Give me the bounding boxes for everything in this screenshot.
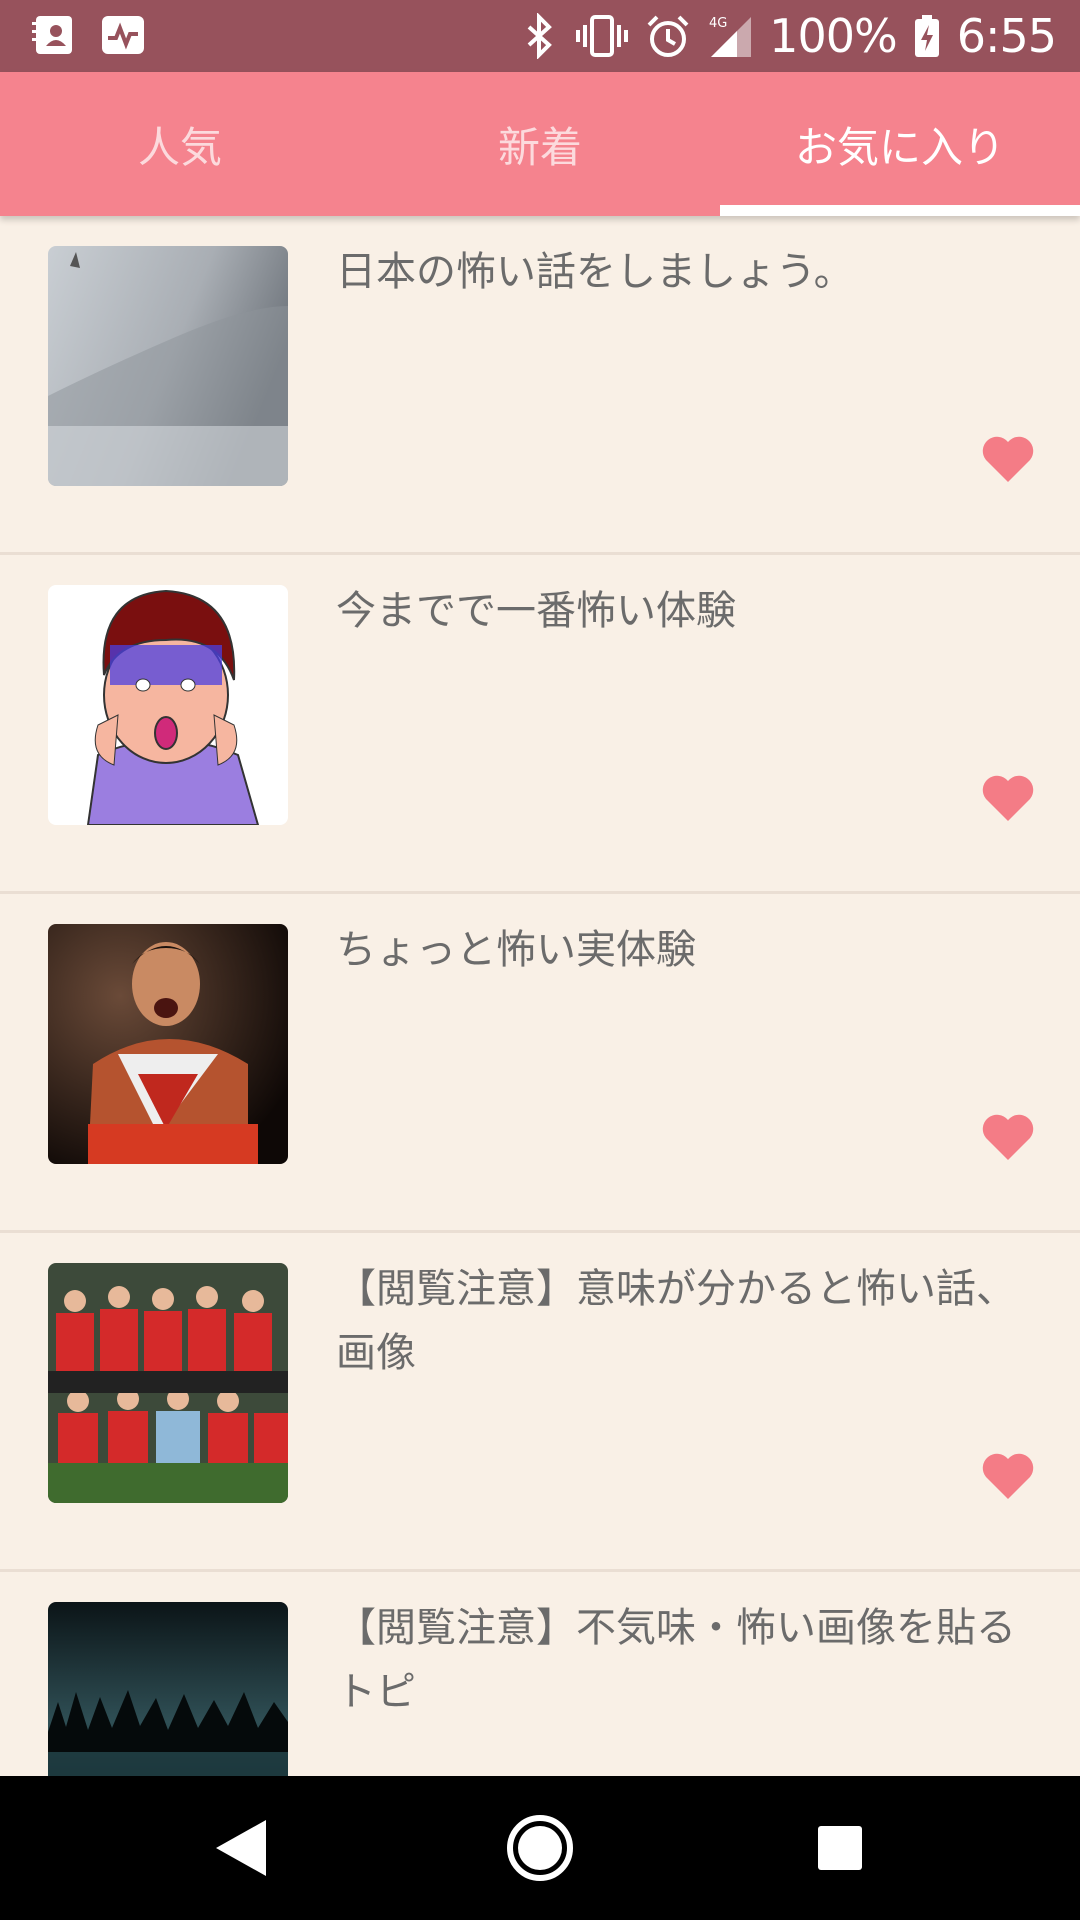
tab-bar: 人気 新着 お気に入り	[0, 72, 1080, 216]
network-type-label: 4G	[709, 16, 727, 31]
list-item[interactable]: 【閲覧注意】不気味・怖い画像を貼るトピ	[0, 1572, 1080, 1776]
battery-percentage: 100%	[769, 9, 898, 63]
heart-icon[interactable]	[980, 773, 1036, 823]
home-icon[interactable]	[504, 1812, 576, 1884]
item-title: 【閲覧注意】意味が分かると怖い話、画像	[336, 1266, 1016, 1376]
tab-popular[interactable]: 人気	[0, 72, 360, 216]
item-title: 今までで一番怖い体験	[336, 588, 736, 634]
list-item[interactable]: ちょっと怖い実体験	[0, 894, 1080, 1233]
thumbnail-soccer-team	[48, 1263, 288, 1503]
tab-favorites[interactable]: お気に入り	[720, 72, 1080, 216]
status-bar: 4G 100% 6:55	[0, 0, 1080, 72]
list-item[interactable]: 【閲覧注意】意味が分かると怖い話、画像	[0, 1233, 1080, 1572]
thumbnail-dark-forest	[48, 1602, 288, 1776]
list-item[interactable]: 今までで一番怖い体験	[0, 555, 1080, 894]
recents-icon[interactable]	[804, 1812, 876, 1884]
alarm-icon	[647, 15, 689, 57]
thumbnail-misty-landscape	[48, 246, 288, 486]
heart-icon[interactable]	[980, 434, 1036, 484]
tab-new[interactable]: 新着	[360, 72, 720, 216]
heart-icon[interactable]	[980, 1451, 1036, 1501]
thumbnail-screaming-cartoon	[48, 585, 288, 825]
vibrate-icon	[576, 15, 629, 57]
activity-icon	[102, 16, 144, 54]
back-icon[interactable]	[204, 1812, 276, 1884]
item-title: 【閲覧注意】不気味・怖い画像を貼るトピ	[336, 1605, 1016, 1715]
battery-icon	[914, 15, 939, 57]
contacts-icon	[32, 16, 72, 54]
thumbnail-shouting-man	[48, 924, 288, 1164]
topic-list: 日本の怖い話をしましょう。 今までで一番怖い体験 ちょっと怖い実体験 【閲覧注意…	[0, 216, 1080, 1776]
heart-icon[interactable]	[980, 1112, 1036, 1162]
item-title: ちょっと怖い実体験	[336, 927, 696, 973]
item-title: 日本の怖い話をしましょう。	[336, 249, 854, 295]
bluetooth-icon	[527, 13, 553, 59]
clock: 6:55	[956, 9, 1057, 63]
signal-icon: 4G	[709, 16, 752, 57]
navigation-bar	[0, 1776, 1080, 1920]
list-item[interactable]: 日本の怖い話をしましょう。	[0, 216, 1080, 555]
